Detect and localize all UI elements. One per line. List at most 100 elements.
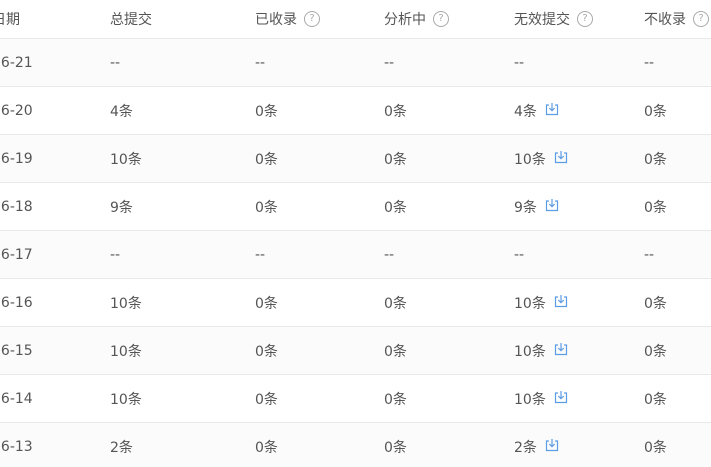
not-indexed-cell: 0条 [644, 135, 667, 182]
invalid-cell: 10条 [514, 327, 568, 374]
analyzing-cell: 0条 [384, 87, 407, 134]
total-cell-value: 10条 [110, 151, 142, 168]
not-indexed-cell: -- [644, 231, 654, 278]
indexed-cell-value: 0条 [255, 199, 278, 216]
date-cell: 06-19 [0, 135, 33, 182]
not-indexed-cell: 0条 [644, 327, 667, 374]
not-indexed-cell: 0条 [644, 423, 667, 467]
invalid-cell-value: 10条 [514, 343, 546, 360]
download-icon[interactable] [554, 390, 568, 404]
total-cell: 10条 [110, 327, 142, 374]
date-cell-value: 06-13 [0, 438, 33, 455]
download-icon[interactable] [554, 294, 568, 308]
download-icon[interactable] [545, 198, 559, 212]
total-cell: 2条 [110, 423, 133, 467]
table-row: 06-19 10条 0条 0条 10条 0条 [0, 135, 711, 183]
not-indexed-cell-value: 0条 [644, 343, 667, 360]
help-icon[interactable]: ? [433, 11, 449, 27]
invalid-cell: 9条 [514, 183, 559, 230]
not-indexed-cell: 0条 [644, 183, 667, 230]
table-header: 日期 总提交 已收录? 分析中? 无效提交? 不收录? [0, 0, 711, 39]
header-analyzing: 分析中? [384, 0, 449, 38]
header-label: 总提交 [110, 12, 152, 28]
indexed-cell: 0条 [255, 135, 278, 182]
indexed-cell-value: 0条 [255, 391, 278, 408]
analyzing-cell-value: 0条 [384, 295, 407, 312]
table-row: 06-16 10条 0条 0条 10条 0条 [0, 279, 711, 327]
invalid-cell: 10条 [514, 279, 568, 326]
header-invalid: 无效提交? [514, 0, 593, 38]
analyzing-cell-value: -- [384, 54, 395, 71]
invalid-cell: -- [514, 39, 524, 86]
date-cell: 06-14 [0, 375, 33, 422]
analyzing-cell: -- [384, 231, 394, 278]
date-cell-value: 06-18 [0, 198, 33, 215]
header-label: 日期 [0, 12, 20, 28]
invalid-cell-value: 10条 [514, 151, 546, 168]
date-cell: 06-21 [0, 39, 33, 86]
help-icon[interactable]: ? [577, 11, 593, 27]
date-cell-value: 06-14 [0, 390, 33, 407]
invalid-cell-value: 9条 [514, 199, 537, 216]
date-cell-value: 06-19 [0, 150, 33, 167]
indexed-cell: 0条 [255, 87, 278, 134]
table-row: 06-13 2条 0条 0条 2条 0条 [0, 423, 711, 467]
table-row: 06-20 4条 0条 0条 4条 0条 [0, 87, 711, 135]
indexed-cell-value: -- [255, 54, 266, 71]
analyzing-cell-value: 0条 [384, 343, 407, 360]
indexed-cell-value: 0条 [255, 439, 278, 456]
header-date: 日期 [0, 0, 20, 38]
not-indexed-cell-value: -- [644, 54, 655, 71]
total-cell: 9条 [110, 183, 133, 230]
total-cell: -- [110, 231, 120, 278]
invalid-cell: 4条 [514, 87, 559, 134]
help-icon[interactable]: ? [304, 11, 320, 27]
total-cell-value: -- [110, 246, 121, 263]
indexed-cell: 0条 [255, 183, 278, 230]
analyzing-cell: 0条 [384, 135, 407, 182]
not-indexed-cell: -- [644, 39, 654, 86]
date-cell-value: 06-20 [0, 102, 33, 119]
download-icon[interactable] [545, 438, 559, 452]
not-indexed-cell-value: 0条 [644, 439, 667, 456]
not-indexed-cell-value: -- [644, 246, 655, 263]
invalid-cell-value: 10条 [514, 391, 546, 408]
date-cell: 06-16 [0, 279, 33, 326]
analyzing-cell: 0条 [384, 375, 407, 422]
date-cell-value: 06-15 [0, 342, 33, 359]
indexed-cell: -- [255, 231, 265, 278]
download-icon[interactable] [554, 342, 568, 356]
total-cell: 4条 [110, 87, 133, 134]
table-row: 06-15 10条 0条 0条 10条 0条 [0, 327, 711, 375]
help-icon[interactable]: ? [693, 11, 709, 27]
header-indexed: 已收录? [255, 0, 320, 38]
analyzing-cell-value: 0条 [384, 391, 407, 408]
indexed-cell-value: -- [255, 246, 266, 263]
invalid-cell-value: 2条 [514, 439, 537, 456]
submission-stats-table: 日期 总提交 已收录? 分析中? 无效提交? 不收录? 06-21 -- -- -- -… [0, 0, 711, 467]
total-cell-value: 10条 [110, 295, 142, 312]
header-total: 总提交 [110, 0, 152, 38]
download-icon[interactable] [554, 150, 568, 164]
header-not-indexed: 不收录? [644, 0, 709, 38]
not-indexed-cell-value: 0条 [644, 391, 667, 408]
indexed-cell: 0条 [255, 279, 278, 326]
total-cell-value: 9条 [110, 199, 133, 216]
date-cell: 06-15 [0, 327, 33, 374]
table-row: 06-18 9条 0条 0条 9条 0条 [0, 183, 711, 231]
indexed-cell-value: 0条 [255, 151, 278, 168]
download-icon[interactable] [545, 102, 559, 116]
date-cell: 06-13 [0, 423, 33, 467]
total-cell-value: 10条 [110, 391, 142, 408]
indexed-cell: 0条 [255, 327, 278, 374]
date-cell-value: 06-17 [0, 246, 33, 263]
analyzing-cell: 0条 [384, 327, 407, 374]
table-row: 06-17 -- -- -- -- -- [0, 231, 711, 279]
table-row: 06-14 10条 0条 0条 10条 0条 [0, 375, 711, 423]
invalid-cell: 10条 [514, 135, 568, 182]
invalid-cell-value: -- [514, 246, 525, 263]
indexed-cell: 0条 [255, 375, 278, 422]
not-indexed-cell-value: 0条 [644, 295, 667, 312]
analyzing-cell-value: 0条 [384, 439, 407, 456]
not-indexed-cell: 0条 [644, 87, 667, 134]
